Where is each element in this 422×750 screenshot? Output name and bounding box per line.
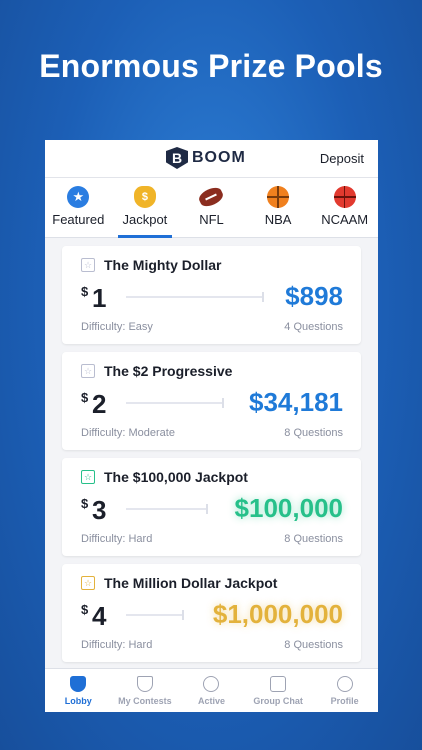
star-icon: ☆ (81, 364, 95, 378)
contest-title: The Million Dollar Jackpot (104, 575, 278, 591)
nav-label: Profile (330, 696, 359, 706)
nav-label: My Contests (118, 696, 172, 706)
top-bar: B BOOM Deposit (45, 140, 378, 178)
entry-fee: 3 (92, 495, 107, 525)
nav-my-contests[interactable]: My Contests (112, 669, 179, 712)
nav-profile[interactable]: Profile (311, 669, 378, 712)
football-icon (197, 184, 226, 210)
logo-badge-icon: B (166, 147, 188, 169)
entry-fee: 4 (92, 601, 107, 631)
tab-label: NCAAM (321, 212, 369, 227)
difficulty-label: Difficulty: Easy (81, 321, 153, 333)
money-bag-icon: $ (133, 186, 156, 208)
trophy-icon (136, 676, 153, 692)
entry-currency: $ (81, 284, 89, 299)
contest-card[interactable]: ☆ The Million Dollar Jackpot $ 4 $1,000,… (62, 564, 361, 662)
deposit-button[interactable]: Deposit (320, 151, 364, 166)
tab-label: NBA (264, 212, 292, 227)
headline: Enormous Prize Pools (39, 48, 383, 84)
category-tabs: ★ Featured $ Jackpot NFL NBA NCAAM (45, 178, 378, 238)
star-icon: ☆ (81, 576, 95, 590)
star-icon: ☆ (81, 258, 95, 272)
difficulty-label: Difficulty: Hard (81, 533, 153, 545)
entry-fee: 2 (92, 389, 107, 419)
tab-nba[interactable]: NBA (245, 178, 312, 237)
entry-currency: $ (81, 390, 89, 405)
star-icon: ☆ (81, 470, 95, 484)
progress-line (126, 398, 224, 408)
prize-amount: $100,000 (234, 493, 343, 523)
prize-amount: $898 (285, 281, 343, 311)
contest-card[interactable]: ☆ The $100,000 Jackpot $ 3 $100,000 Diff… (62, 458, 361, 556)
target-icon (203, 676, 220, 692)
question-count: 4 Questions (284, 321, 343, 333)
difficulty-label: Difficulty: Moderate (81, 427, 175, 439)
contest-title: The Mighty Dollar (104, 257, 222, 273)
nav-active[interactable]: Active (178, 669, 245, 712)
question-count: 8 Questions (284, 533, 343, 545)
nav-label: Active (197, 696, 225, 706)
nav-group-chat[interactable]: Group Chat (245, 669, 312, 712)
bottom-nav: Lobby My Contests Active Group Chat Prof… (45, 668, 378, 712)
difficulty-label: Difficulty: Hard (81, 639, 153, 651)
nav-lobby[interactable]: Lobby (45, 669, 112, 712)
progress-line (126, 292, 264, 302)
tab-label: NFL (199, 212, 224, 227)
contest-card[interactable]: ☆ The Mighty Dollar $ 1 $898 Difficulty:… (62, 246, 361, 344)
contest-title: The $100,000 Jackpot (104, 469, 248, 485)
tab-jackpot[interactable]: $ Jackpot (112, 178, 179, 238)
question-count: 8 Questions (284, 427, 343, 439)
contest-title: The $2 Progressive (104, 363, 233, 379)
nav-label: Group Chat (253, 696, 303, 706)
basketball-icon (267, 186, 290, 208)
chat-icon (270, 676, 287, 692)
tab-featured[interactable]: ★ Featured (45, 178, 112, 237)
progress-line (126, 610, 184, 620)
tab-label: Featured (52, 212, 105, 227)
person-icon (336, 676, 353, 692)
boom-logo: B BOOM (166, 147, 246, 169)
prize-amount: $34,181 (249, 387, 343, 417)
entry-fee: 1 (92, 283, 107, 313)
prize-amount: $1,000,000 (212, 599, 343, 629)
contest-card[interactable]: ☆ The $2 Progressive $ 2 $34,181 Difficu… (62, 352, 361, 450)
contest-list: ☆ The Mighty Dollar $ 1 $898 Difficulty:… (45, 238, 378, 662)
tab-ncaam[interactable]: NCAAM (311, 178, 378, 237)
entry-currency: $ (81, 602, 89, 617)
logo-text: BOOM (192, 149, 246, 166)
shield-icon (70, 676, 87, 692)
nav-label: Lobby (64, 696, 92, 706)
question-count: 8 Questions (284, 639, 343, 651)
star-icon: ★ (67, 186, 90, 208)
basketball-icon (333, 186, 356, 208)
app-screen: B BOOM Deposit ★ Featured $ Jackpot NFL … (45, 140, 378, 712)
tab-nfl[interactable]: NFL (178, 178, 245, 237)
tab-label: Jackpot (122, 212, 168, 227)
entry-currency: $ (81, 496, 89, 511)
progress-line (126, 504, 208, 514)
